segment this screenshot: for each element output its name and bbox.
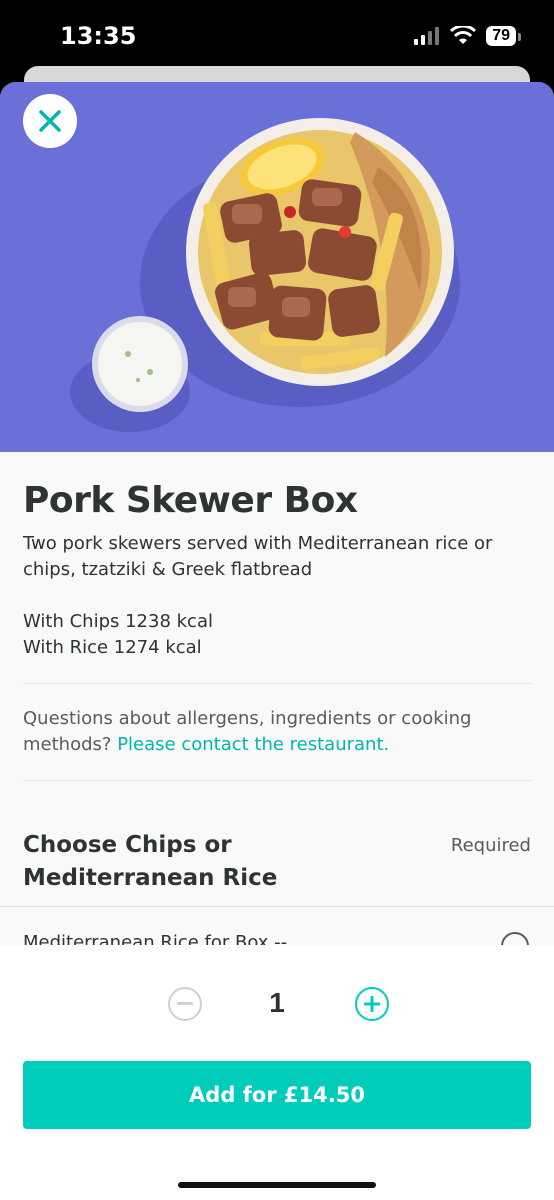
item-photo (0, 82, 554, 452)
food-illustration (0, 82, 554, 452)
status-icons: 79 (414, 26, 521, 46)
option-group-title: Choose Chips or Mediterranean Rice (23, 832, 278, 891)
option-group-header: Choose Chips or Mediterranean Rice Requi… (23, 829, 531, 895)
item-description: Two pork skewers served with Mediterrane… (23, 533, 493, 580)
divider (23, 780, 531, 781)
battery-icon: 79 (486, 26, 521, 46)
kcal-rice: With Rice 1274 kcal (23, 637, 202, 658)
status-time: 13:35 (60, 22, 137, 50)
footer: 1 Add for £14.50 (0, 945, 554, 1200)
item-calories: With Chips 1238 kcal With Rice 1274 kcal (23, 609, 531, 661)
plus-icon (364, 996, 380, 1012)
add-to-basket-button[interactable]: Add for £14.50 (23, 1061, 531, 1129)
kcal-chips: With Chips 1238 kcal (23, 611, 213, 632)
item-details: Pork Skewer Box Two pork skewers served … (23, 452, 531, 895)
contact-restaurant-link[interactable]: Please contact the restaurant. (117, 734, 389, 755)
divider (0, 906, 554, 907)
required-badge: Required (450, 835, 531, 856)
close-icon (39, 110, 61, 132)
home-indicator (178, 1182, 376, 1188)
wifi-icon (450, 26, 477, 44)
increase-button[interactable] (355, 987, 389, 1021)
divider (23, 683, 531, 684)
quantity-stepper: 1 (0, 987, 554, 1027)
close-button[interactable] (23, 94, 77, 148)
quantity-value: 1 (269, 987, 285, 1018)
signal-icon (414, 27, 440, 45)
item-title: Pork Skewer Box (23, 480, 358, 521)
allergen-info: Questions about allergens, ingredients o… (23, 706, 531, 758)
